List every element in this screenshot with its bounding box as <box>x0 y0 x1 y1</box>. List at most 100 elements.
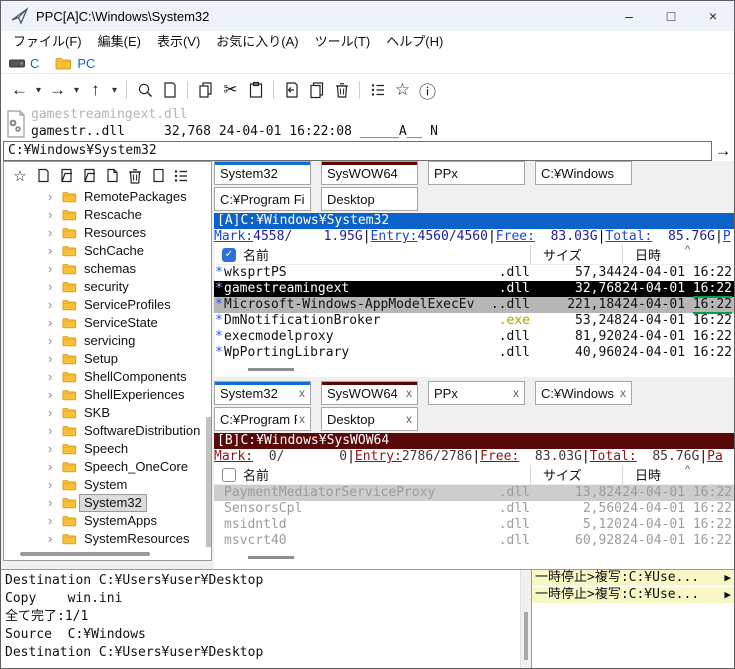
chevron-right-icon[interactable]: › <box>48 513 62 529</box>
new-file-icon[interactable] <box>102 166 122 186</box>
tree-item[interactable]: ›Speech_OneCore <box>4 458 211 476</box>
chevron-right-icon[interactable]: › <box>48 315 62 331</box>
tree-item[interactable]: ›System <box>4 476 211 494</box>
maximize-button[interactable]: □ <box>650 1 692 31</box>
blank-doc-icon[interactable] <box>148 166 168 186</box>
close-button[interactable]: × <box>692 1 734 31</box>
tree-item[interactable]: ›Rescache <box>4 206 211 224</box>
column-size-label[interactable]: サイズ <box>530 465 622 484</box>
tree-item[interactable]: ›ServiceState <box>4 314 211 332</box>
chevron-right-icon[interactable]: › <box>48 369 62 385</box>
menu-item[interactable]: ヘルプ(H) <box>378 31 451 53</box>
tab-PPx[interactable]: PPxx <box>428 381 525 405</box>
delete-icon[interactable] <box>329 78 354 102</box>
file-row[interactable]: *WpPortingLibrary.dll40,96024-04-01 16:2… <box>214 345 734 361</box>
minimize-button[interactable]: – <box>608 1 650 31</box>
drive-tab-pc[interactable]: PC <box>55 56 95 71</box>
chevron-right-icon[interactable]: › <box>48 297 62 313</box>
column-date-label[interactable]: 日時 <box>635 245 661 264</box>
menu-item[interactable]: ツール(T) <box>307 31 379 53</box>
favorite-icon[interactable]: ☆ <box>390 78 415 102</box>
file-row[interactable]: *execmodelproxy.dll81,92024-04-01 16:22 <box>214 329 734 345</box>
file-row[interactable]: *wksprtPS.dll57,34424-04-01 16:22 <box>214 265 734 281</box>
tree-item[interactable]: ›SoftwareDistribution <box>4 422 211 440</box>
tab-PPx[interactable]: PPx <box>428 161 525 185</box>
tree-item[interactable]: ›Setup <box>4 350 211 368</box>
tab-close-icon[interactable]: x <box>404 386 412 400</box>
job-queue-item[interactable]: 一時停止>複写:C:¥Use...▶ <box>532 587 734 604</box>
chevron-right-icon[interactable]: › <box>48 207 62 223</box>
open-doc-icon[interactable] <box>56 166 76 186</box>
tree-vertical-scrollbar[interactable] <box>206 417 211 547</box>
tab-close-icon[interactable]: x <box>297 412 305 426</box>
tab-SysWOW64[interactable]: SysWOW64 <box>321 161 418 185</box>
select-all-checkbox[interactable] <box>222 468 236 482</box>
menu-down-icon[interactable]: ▾ <box>108 78 121 102</box>
drive-tab-c[interactable]: C <box>9 56 39 71</box>
tab-close-icon[interactable]: x <box>511 386 519 400</box>
chevron-right-icon[interactable]: › <box>48 441 62 457</box>
new-window-icon[interactable] <box>157 78 182 102</box>
chevron-right-icon[interactable]: › <box>48 225 62 241</box>
tab-C:¥Program Files[interactable]: C:¥Program Files <box>214 187 311 211</box>
copy-icon[interactable] <box>193 78 218 102</box>
chevron-right-icon[interactable]: › <box>48 351 62 367</box>
tree-item[interactable]: ›schemas <box>4 260 211 278</box>
cut-icon[interactable]: ✂ <box>218 78 243 102</box>
tab-close-icon[interactable]: x <box>297 386 305 400</box>
chevron-right-icon[interactable]: › <box>48 495 62 511</box>
chevron-right-icon[interactable]: › <box>48 279 62 295</box>
job-queue-item[interactable]: 一時停止>複写:C:¥Use...▶ <box>532 570 734 587</box>
tab-SysWOW64[interactable]: SysWOW64x <box>321 381 418 405</box>
chevron-right-icon[interactable]: › <box>48 243 62 259</box>
tab-C:¥Windows[interactable]: C:¥Windows <box>535 161 632 185</box>
select-all-checkbox[interactable]: ✓ <box>222 248 236 262</box>
menu-item[interactable]: ファイル(F) <box>5 31 90 53</box>
tree-item[interactable]: ›Resources <box>4 224 211 242</box>
task-list-icon[interactable] <box>171 166 191 186</box>
tree-item[interactable]: ›ServiceProfiles <box>4 296 211 314</box>
delete-icon[interactable] <box>125 166 145 186</box>
favorite-icon[interactable]: ☆ <box>10 166 30 186</box>
menu-item[interactable]: 表示(V) <box>149 31 208 53</box>
menu-item[interactable]: お気に入り(A) <box>208 31 306 53</box>
log-scrollbar[interactable] <box>520 570 531 668</box>
tree-item[interactable]: ›SystemResources <box>4 530 211 547</box>
tab-C:¥Program F[interactable]: C:¥Program Fx <box>214 407 311 431</box>
tab-System32[interactable]: System32 <box>214 161 311 185</box>
pane-b-scroll-area[interactable] <box>214 549 734 569</box>
forward-icon[interactable]: → <box>45 78 70 102</box>
task-list-icon[interactable] <box>365 78 390 102</box>
chevron-right-icon[interactable]: › <box>48 477 62 493</box>
column-size-label[interactable]: サイズ <box>530 245 622 264</box>
tree-item[interactable]: ›ShellExperiences <box>4 386 211 404</box>
tab-close-icon[interactable]: x <box>618 386 626 400</box>
tree-item[interactable]: ›servicing <box>4 332 211 350</box>
chevron-right-icon[interactable]: › <box>48 387 62 403</box>
file-row[interactable]: PaymentMediatorServiceProxy.dll13,82424-… <box>214 485 734 501</box>
info-icon[interactable]: ⓘ <box>415 78 440 102</box>
chevron-right-icon[interactable]: › <box>48 261 62 277</box>
tree-item[interactable]: ›RemotePackages <box>4 188 211 206</box>
tree-item[interactable]: ›SchCache <box>4 242 211 260</box>
tab-C:¥Windows[interactable]: C:¥Windowsx <box>535 381 632 405</box>
file-row[interactable]: *gamestreamingext.dll32,76824-04-01 16:2… <box>214 281 734 297</box>
menu-down-icon[interactable]: ▾ <box>70 78 83 102</box>
back-icon[interactable]: ← <box>7 78 32 102</box>
tree-item[interactable]: ›System32 <box>4 494 211 512</box>
search-icon[interactable] <box>132 78 157 102</box>
file-row[interactable]: msidntld.dll5,12024-04-01 16:22 <box>214 517 734 533</box>
chevron-right-icon[interactable]: › <box>48 189 62 205</box>
tree-item[interactable]: ›ShellComponents <box>4 368 211 386</box>
file-row[interactable]: *DmNotificationBroker.exe53,24824-04-01 … <box>214 313 734 329</box>
address-input[interactable]: C:¥Windows¥System32 <box>3 141 712 161</box>
tab-close-icon[interactable]: x <box>404 412 412 426</box>
tree-item[interactable]: ›SKB <box>4 404 211 422</box>
file-row[interactable]: *Microsoft-Windows-AppModelExecEv..dll22… <box>214 297 734 313</box>
tree-horizontal-scrollbar[interactable] <box>4 547 211 560</box>
new-doc-icon[interactable] <box>33 166 53 186</box>
tab-System32[interactable]: System32x <box>214 381 311 405</box>
up-icon[interactable]: ↑ <box>83 78 108 102</box>
tree-item[interactable]: ›security <box>4 278 211 296</box>
tree-item[interactable]: ›Speech <box>4 440 211 458</box>
